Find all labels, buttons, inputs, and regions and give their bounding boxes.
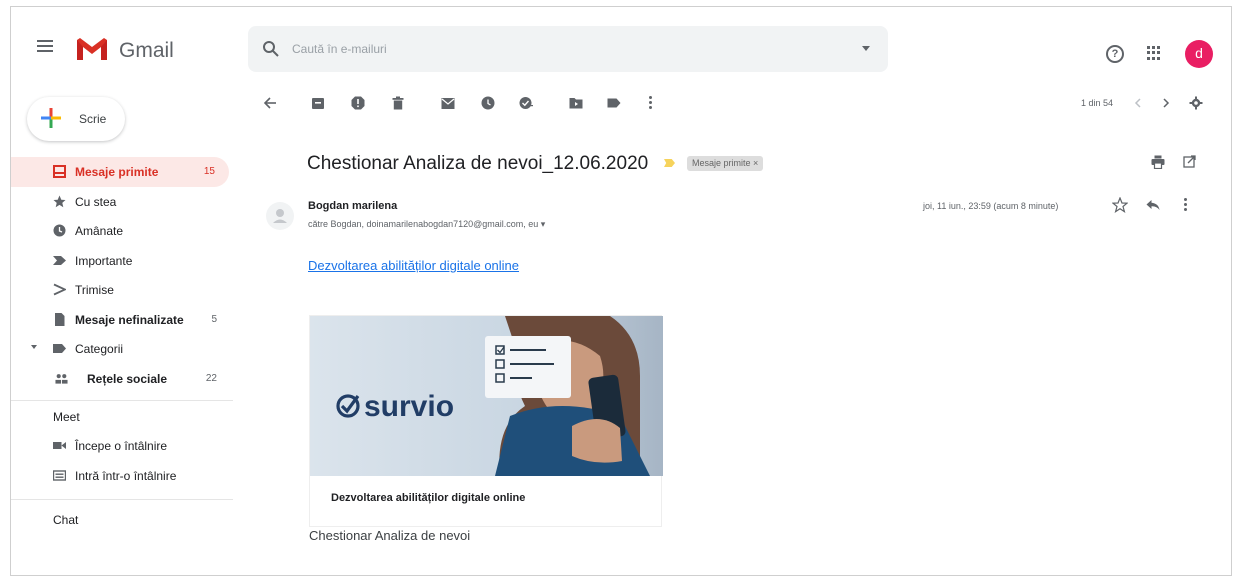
open-new-window-icon[interactable] — [1183, 155, 1196, 168]
compose-label: Scrie — [79, 112, 107, 126]
clock-icon — [53, 224, 66, 237]
sidebar-item-snoozed[interactable]: Amânate — [11, 216, 231, 246]
sender-name[interactable]: Bogdan marilena — [308, 200, 397, 212]
account-avatar[interactable]: d — [1185, 40, 1213, 68]
snooze-icon[interactable] — [481, 96, 495, 110]
search-input[interactable] — [292, 38, 832, 60]
sidebar-item-label: Importante — [75, 253, 133, 268]
sender-avatar[interactable] — [266, 202, 294, 230]
message-subject: Chestionar Analiza de nevoi_12.06.2020 — [307, 153, 649, 174]
app-name: Gmail — [119, 39, 174, 62]
top-bar: Gmail ? d — [11, 7, 1231, 72]
survio-banner-illustration — [336, 316, 650, 476]
sidebar-item-important[interactable]: Importante — [11, 246, 231, 276]
video-icon — [53, 442, 66, 449]
meet-item-label: Intră într-o întâlnire — [75, 468, 177, 483]
sidebar-item-label: Rețele sociale — [87, 371, 168, 386]
join-meeting-item[interactable]: Intră într-o întâlnire — [11, 461, 231, 491]
sidebar-divider — [11, 400, 233, 401]
start-meeting-item[interactable]: Începe o întâlnire — [11, 431, 231, 461]
message-date: joi, 11 iun., 23:59 (acum 8 minute) — [923, 201, 1059, 211]
draft-icon — [55, 312, 65, 326]
sidebar-item-count: 22 — [205, 372, 217, 384]
sidebar-item-categories[interactable]: Categorii — [11, 334, 231, 364]
compose-plus-icon — [41, 108, 61, 128]
meet-section-title: Meet — [53, 410, 80, 424]
people-icon — [55, 373, 68, 384]
report-spam-icon[interactable] — [351, 96, 365, 110]
label-icon — [53, 344, 66, 353]
pager-text: 1 din 54 — [1080, 98, 1113, 108]
sidebar-item-label: Mesaje nefinalizate — [75, 312, 184, 327]
label-as-icon[interactable] — [607, 96, 621, 110]
sidebar-divider — [11, 499, 233, 500]
mark-unread-icon[interactable] — [441, 96, 455, 110]
send-icon — [53, 283, 66, 296]
expand-caret-icon[interactable] — [31, 345, 37, 349]
print-icon[interactable] — [1151, 155, 1165, 169]
sidebar-item-label: Cu stea — [75, 194, 117, 209]
survio-logo-text: survio — [364, 390, 455, 423]
sidebar-item-label: Categorii — [75, 342, 124, 356]
compose-button[interactable]: Scrie — [27, 97, 125, 141]
main-menu-icon[interactable] — [37, 40, 53, 52]
meet-nav: Începe o întâlnire Intră într-o întâlnir… — [11, 431, 231, 490]
apps-grid-icon[interactable] — [1147, 46, 1161, 60]
search-bar — [248, 26, 888, 72]
sidebar-item-sent[interactable]: Trimise — [11, 275, 231, 305]
back-arrow-icon[interactable] — [263, 96, 277, 110]
move-to-icon[interactable] — [569, 96, 583, 110]
sidebar-item-label: Amânate — [75, 224, 124, 238]
inbox-label-chip[interactable]: Mesaje primite × — [687, 156, 764, 171]
delete-icon[interactable] — [391, 96, 405, 110]
meet-item-label: Începe o întâlnire — [75, 439, 168, 453]
newer-icon[interactable] — [1131, 96, 1145, 110]
survey-banner-image[interactable]: survio — [310, 316, 663, 476]
star-icon — [53, 195, 66, 207]
reply-icon[interactable] — [1146, 199, 1160, 211]
survey-card[interactable]: survio Dezvoltarea abilităților digitale… — [309, 315, 663, 527]
recipients-line[interactable]: către Bogdan, doinamarilenabogdan7120@gm… — [308, 219, 545, 230]
archive-icon[interactable] — [311, 96, 325, 110]
keyboard-icon — [53, 469, 66, 481]
gmail-logo-icon[interactable] — [75, 36, 109, 62]
message-more-icon[interactable] — [1184, 198, 1188, 212]
message-toolbar: 1 din 54 — [251, 91, 1221, 121]
star-message-icon[interactable] — [1112, 197, 1128, 213]
important-icon — [53, 255, 66, 265]
help-icon[interactable]: ? — [1106, 45, 1124, 63]
sidebar-item-social[interactable]: Rețele sociale 22 — [11, 364, 231, 394]
sidebar-item-count: 5 — [211, 313, 217, 325]
survey-link[interactable]: Dezvoltarea abilităților digitale online — [308, 258, 519, 273]
sidebar-item-label: Mesaje primite — [75, 165, 159, 179]
settings-gear-icon[interactable] — [1189, 96, 1203, 110]
importance-marker-icon[interactable] — [664, 159, 675, 167]
card-caption: Dezvoltarea abilităților digitale online — [331, 492, 526, 504]
more-options-icon[interactable] — [649, 96, 653, 110]
sidebar-item-starred[interactable]: Cu stea — [11, 187, 231, 217]
search-options-icon[interactable] — [862, 46, 870, 51]
search-icon[interactable] — [262, 40, 280, 58]
message-footer-text: Chestionar Analiza de nevoi — [309, 528, 471, 543]
sidebar-item-count: 15 — [203, 166, 215, 177]
inbox-icon — [53, 165, 66, 178]
gmail-window: Gmail ? d Scrie Mesaje primite 15 — [10, 6, 1232, 576]
older-icon[interactable] — [1159, 96, 1173, 110]
sidebar-nav: Mesaje primite 15 Cu stea Amânate Import… — [11, 157, 231, 393]
chat-section-title: Chat — [53, 513, 79, 527]
sidebar-item-inbox[interactable]: Mesaje primite 15 — [11, 157, 229, 187]
sidebar-item-drafts[interactable]: Mesaje nefinalizate 5 — [11, 305, 231, 335]
sidebar-item-label: Trimise — [75, 283, 114, 297]
add-task-icon[interactable] — [519, 96, 533, 110]
person-icon — [273, 209, 287, 223]
